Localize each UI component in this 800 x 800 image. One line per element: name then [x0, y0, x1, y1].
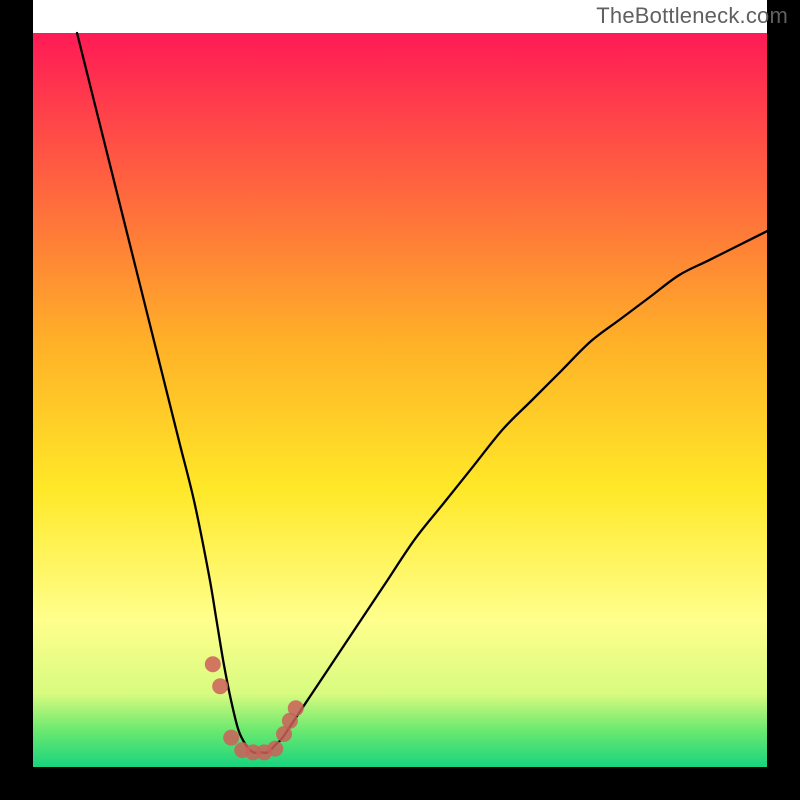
- curve-marker: [267, 741, 283, 757]
- curve-marker: [212, 678, 228, 694]
- frame-left: [0, 0, 33, 800]
- plot-background: [33, 33, 767, 767]
- chart-container: TheBottleneck.com: [0, 0, 800, 800]
- curve-marker: [223, 730, 239, 746]
- bottleneck-chart-svg: [0, 0, 800, 800]
- curve-marker: [288, 700, 304, 716]
- frame-right: [767, 0, 800, 800]
- frame-bottom: [0, 767, 800, 800]
- curve-marker: [205, 656, 221, 672]
